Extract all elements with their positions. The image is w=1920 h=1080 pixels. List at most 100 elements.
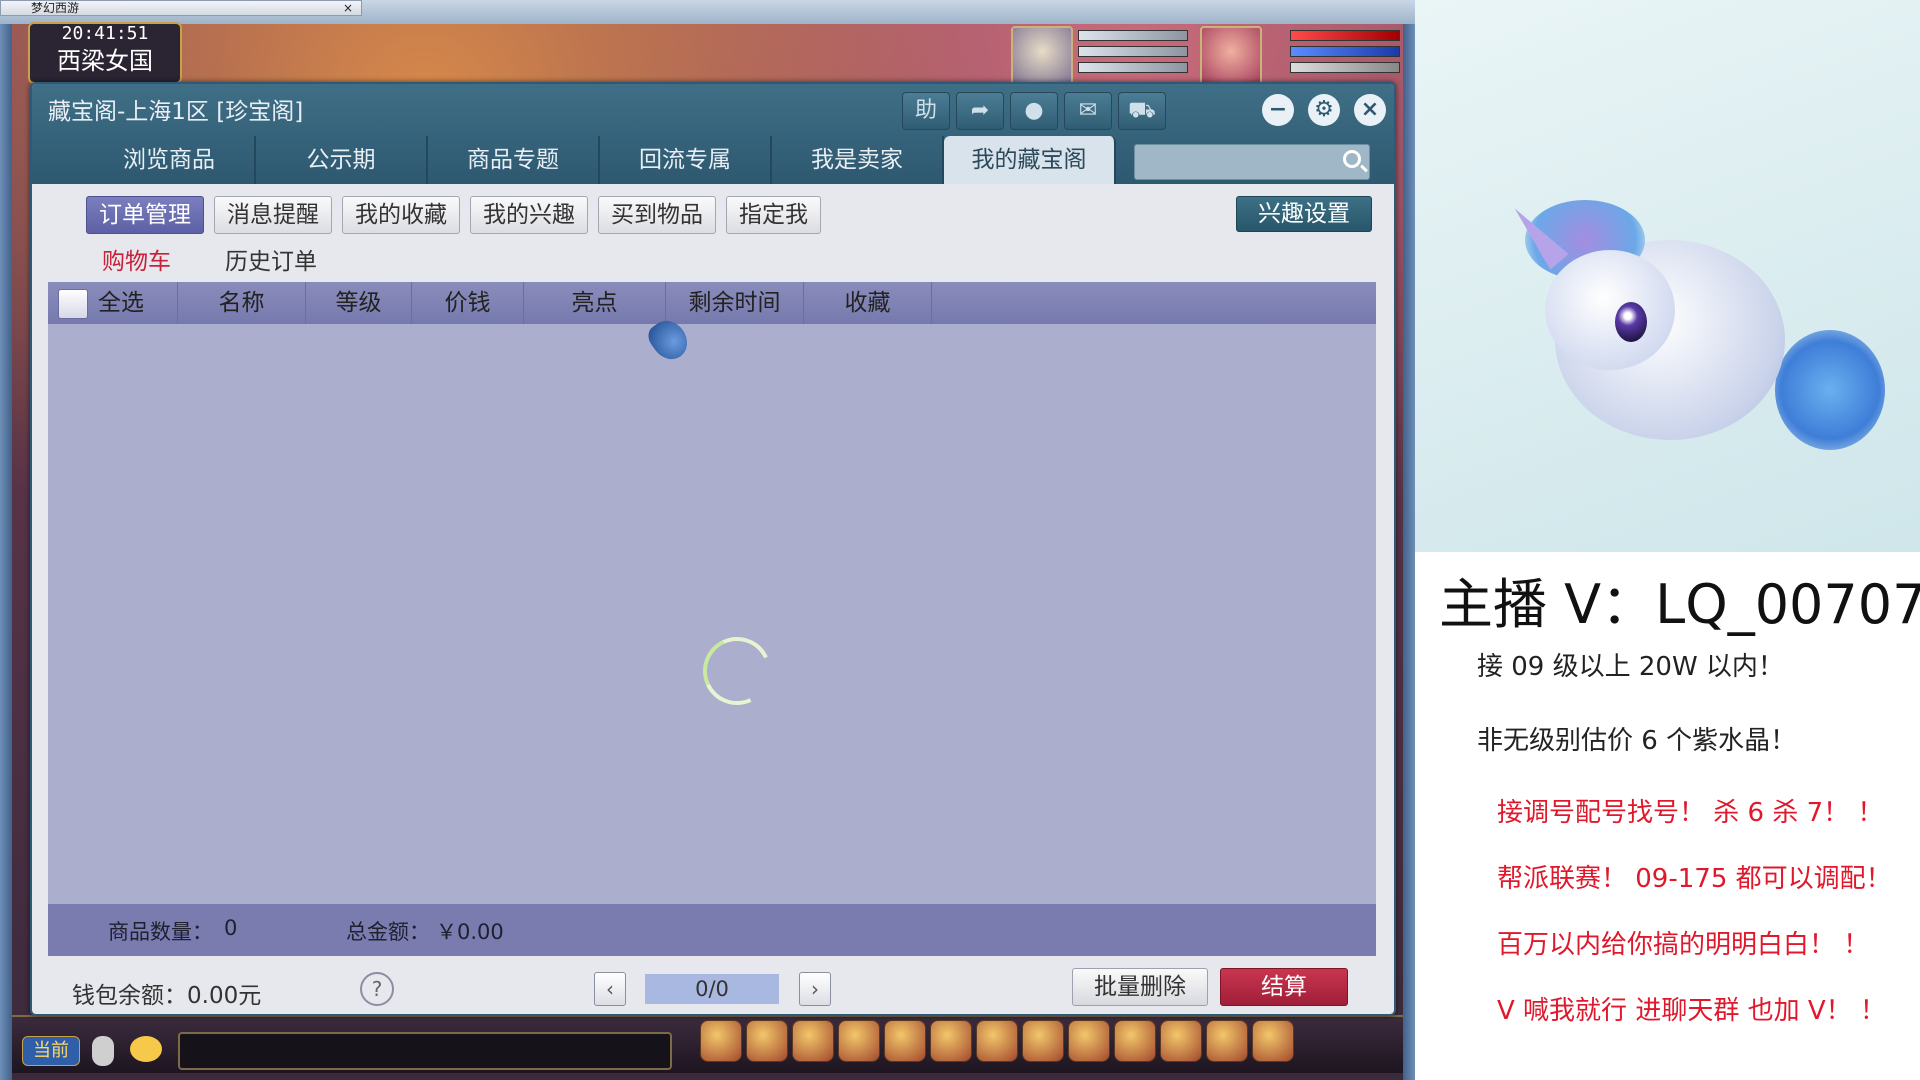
column-price: 价钱 bbox=[412, 282, 524, 324]
dialog-title: 藏宝阁-上海1区 [珍宝阁] bbox=[48, 99, 304, 125]
tab-publicity[interactable]: 公示期 bbox=[256, 136, 428, 184]
search-icon[interactable] bbox=[1343, 150, 1361, 168]
team-icon[interactable] bbox=[884, 1020, 926, 1062]
tab-my-pavilion[interactable]: 我的藏宝阁 bbox=[944, 136, 1116, 184]
skill-icon[interactable] bbox=[1068, 1020, 1110, 1062]
interest-settings-button[interactable]: 兴趣设置 bbox=[1236, 196, 1372, 232]
unicorn-head bbox=[1545, 250, 1675, 370]
browser-tab-strip: 梦幻西游 × bbox=[0, 0, 1415, 24]
system-icon[interactable] bbox=[1252, 1020, 1294, 1062]
wallet-balance: 钱包余额：0.00元 bbox=[72, 983, 262, 1009]
record-button[interactable]: ● bbox=[1010, 92, 1058, 130]
clock-location-panel: 20:41:51 西梁女国 bbox=[28, 22, 182, 84]
chat-channel-button[interactable]: 当前 bbox=[22, 1036, 80, 1066]
subtab-order-management[interactable]: 订单管理 bbox=[86, 196, 204, 234]
column-highlights: 亮点 bbox=[524, 282, 666, 324]
give-icon[interactable] bbox=[792, 1020, 834, 1062]
dialog-header: 藏宝阁-上海1区 [珍宝阁] 助 ➦ ● ✉ ⛟ − ⚙ × 浏览商品 公示期 … bbox=[32, 84, 1394, 184]
player-stat-bars bbox=[1290, 30, 1400, 78]
emote-icon[interactable] bbox=[1206, 1020, 1248, 1062]
chat-icon: ✉ bbox=[1078, 98, 1098, 123]
main-tab-bar: 浏览商品 公示期 商品专题 回流专属 我是卖家 我的藏宝阁 bbox=[84, 136, 1116, 184]
microphone-icon[interactable] bbox=[92, 1036, 114, 1066]
pet-hp-bar bbox=[1078, 30, 1188, 41]
chat-button[interactable]: ✉ bbox=[1064, 92, 1112, 130]
stream-info-panel: 主播 V：LQ_00707 接 09 级以上 20W 以内！ 非无级别估价 6 … bbox=[1415, 0, 1920, 1080]
table-footer: 商品数量： 0 总金额： ￥0.00 bbox=[48, 904, 1376, 956]
help-button[interactable]: 助 bbox=[902, 92, 950, 130]
sub-tab-bar: 订单管理 消息提醒 我的收藏 我的兴趣 买到物品 指定我 bbox=[86, 196, 821, 234]
select-all-column[interactable]: 全选 bbox=[48, 282, 178, 324]
order-tab-cart[interactable]: 购物车 bbox=[102, 242, 171, 276]
share-icon: ➦ bbox=[970, 98, 990, 123]
order-tab-history[interactable]: 历史订单 bbox=[225, 242, 317, 276]
cart-table: 全选 名称 等级 价钱 亮点 剩余时间 收藏 商品数量： 0 总金额： ￥0.0… bbox=[48, 282, 1376, 956]
unicorn-eye bbox=[1615, 302, 1647, 342]
unicorn-artwork bbox=[1415, 0, 1920, 552]
tab-browse[interactable]: 浏览商品 bbox=[84, 136, 256, 184]
ad-line-5: 百万以内给你搞的明明白白！ ！ bbox=[1497, 930, 1870, 960]
subtab-notifications[interactable]: 消息提醒 bbox=[214, 196, 332, 234]
subtab-favorites[interactable]: 我的收藏 bbox=[342, 196, 460, 234]
unicorn-tail bbox=[1775, 330, 1885, 450]
help-question-icon[interactable]: ? bbox=[360, 972, 394, 1006]
guild-icon[interactable] bbox=[1022, 1020, 1064, 1062]
table-header: 全选 名称 等级 价钱 亮点 剩余时间 收藏 bbox=[48, 282, 1376, 324]
ad-line-6: V 喊我就行 进聊天群 也加 V！ ！ bbox=[1497, 996, 1886, 1026]
column-favorite: 收藏 bbox=[804, 282, 932, 324]
player-hp-bar bbox=[1290, 30, 1400, 41]
player-sp-bar bbox=[1290, 62, 1400, 73]
total-value: ￥0.00 bbox=[436, 920, 504, 944]
ad-line-3: 接调号配号找号！ 杀 6 杀 7！ ！ bbox=[1497, 798, 1884, 828]
quest-icon[interactable] bbox=[976, 1020, 1018, 1062]
trade-icon[interactable] bbox=[838, 1020, 880, 1062]
game-clock: 20:41:51 bbox=[61, 23, 149, 44]
select-all-label: 全选 bbox=[98, 290, 144, 316]
loading-spinner-icon bbox=[693, 627, 781, 715]
dialog-bottom-bar: 钱包余额：0.00元 ? ‹ 0/0 › 批量删除 结算 bbox=[32, 964, 1394, 1014]
tab-seller[interactable]: 我是卖家 bbox=[772, 136, 944, 184]
game-frame-left bbox=[0, 24, 12, 1080]
record-icon: ● bbox=[1024, 98, 1044, 123]
search-input[interactable] bbox=[1139, 147, 1323, 177]
ad-line-1: 接 09 级以上 20W 以内！ bbox=[1477, 652, 1784, 682]
chat-input[interactable] bbox=[178, 1032, 672, 1070]
page-indicator: 0/0 bbox=[645, 974, 779, 1004]
pet-avatar[interactable] bbox=[1011, 26, 1073, 88]
select-all-checkbox[interactable] bbox=[58, 288, 88, 319]
minimize-icon[interactable]: − bbox=[1262, 94, 1294, 126]
subtab-purchased[interactable]: 买到物品 bbox=[598, 196, 716, 234]
subtab-designated[interactable]: 指定我 bbox=[726, 196, 821, 234]
checkout-button[interactable]: 结算 bbox=[1220, 968, 1348, 1006]
tab-topics[interactable]: 商品专题 bbox=[428, 136, 600, 184]
help-icon: 助 bbox=[914, 98, 937, 123]
cart-icon: ⛟ bbox=[1128, 98, 1156, 123]
next-page-button[interactable]: › bbox=[799, 972, 831, 1006]
close-icon[interactable]: × bbox=[1354, 94, 1386, 126]
pet-mp-bar bbox=[1078, 46, 1188, 57]
attack-icon[interactable] bbox=[700, 1020, 742, 1062]
share-button[interactable]: ➦ bbox=[956, 92, 1004, 130]
ad-line-2: 非无级别估价 6 个紫水晶！ bbox=[1477, 726, 1797, 756]
game-window-tab[interactable]: 梦幻西游 × bbox=[0, 0, 362, 16]
tab-close-icon[interactable]: × bbox=[343, 1, 353, 15]
map-icon[interactable] bbox=[1114, 1020, 1156, 1062]
player-mp-bar bbox=[1290, 46, 1400, 57]
friend-icon[interactable] bbox=[1160, 1020, 1202, 1062]
prev-page-button[interactable]: ‹ bbox=[594, 972, 626, 1006]
player-avatar[interactable] bbox=[1200, 26, 1262, 88]
batch-delete-button[interactable]: 批量删除 bbox=[1072, 968, 1208, 1006]
game-tab-title: 梦幻西游 bbox=[31, 1, 80, 15]
treasure-pavilion-dialog: 藏宝阁-上海1区 [珍宝阁] 助 ➦ ● ✉ ⛟ − ⚙ × 浏览商品 公示期 … bbox=[30, 82, 1396, 1016]
chat-bubble-icon[interactable] bbox=[130, 1036, 162, 1062]
inventory-icon[interactable] bbox=[746, 1020, 788, 1062]
total-label: 总金额： bbox=[346, 920, 430, 944]
tab-returning[interactable]: 回流专属 bbox=[600, 136, 772, 184]
map-location[interactable]: 西梁女国 bbox=[30, 44, 180, 78]
pet-icon[interactable] bbox=[930, 1020, 972, 1062]
subtab-interests[interactable]: 我的兴趣 bbox=[470, 196, 588, 234]
settings-icon[interactable]: ⚙ bbox=[1308, 94, 1340, 126]
search-box bbox=[1134, 144, 1370, 180]
item-count-label: 商品数量： bbox=[108, 920, 213, 944]
cart-button[interactable]: ⛟ bbox=[1118, 92, 1166, 130]
